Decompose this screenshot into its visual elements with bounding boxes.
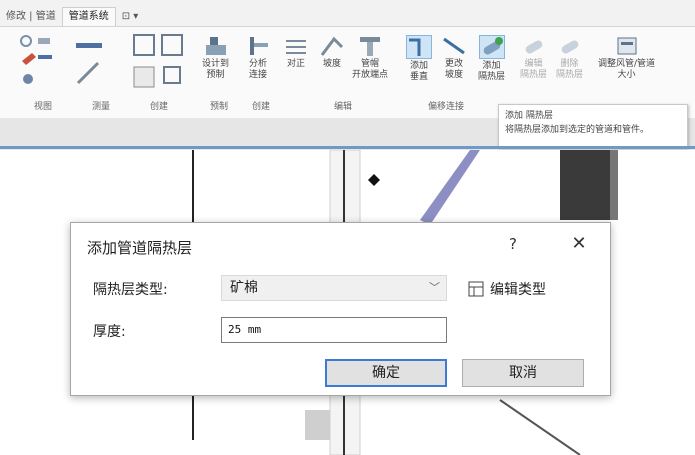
tool-label: 开放端点 xyxy=(352,70,389,80)
remove-insulation-tool[interactable]: 删除 隔热层 xyxy=(556,35,583,81)
tool-label: 预制 xyxy=(206,70,225,80)
tab-extra[interactable]: ⊡ ▾ xyxy=(116,8,145,26)
edit-type-icon xyxy=(468,281,484,297)
tool-label: 添加 xyxy=(482,61,501,71)
edit-type-label: 编辑类型 xyxy=(490,282,546,298)
measure-tools-icon[interactable] xyxy=(74,35,124,95)
tool-label: 设计到 xyxy=(202,59,230,69)
ok-button[interactable]: 确定 xyxy=(325,359,447,387)
tool-label: 对正 xyxy=(286,59,305,69)
slope-icon xyxy=(320,36,344,56)
group-label: 偏移连接 xyxy=(428,102,465,112)
group-label: 创建 xyxy=(150,102,169,112)
vertical-pipe-icon xyxy=(406,35,432,59)
analyze-connections-tool[interactable]: 分析 连接 xyxy=(246,35,270,81)
group-label: 创建 xyxy=(252,102,271,112)
insulation-type-select[interactable]: 矿棉 ﹀ xyxy=(221,275,447,301)
add-insulation-tool[interactable]: 添加 隔热层 xyxy=(478,35,505,83)
edit-type-button[interactable]: 编辑类型 xyxy=(468,279,546,299)
add-pipe-insulation-dialog: 添加管道隔热层 ? ✕ 隔热层类型: 矿棉 ﹀ 编辑类型 厚度: 25 mm 确… xyxy=(70,222,611,396)
tool-label: 更改 xyxy=(444,59,463,69)
close-button[interactable]: ✕ xyxy=(565,231,593,257)
help-button[interactable]: ? xyxy=(509,235,517,253)
cap-icon xyxy=(360,37,380,56)
resize-duct-tool[interactable]: 调整风管/管道 大小 xyxy=(598,35,655,81)
tool-label: 删除 xyxy=(560,59,579,69)
resize-duct-icon xyxy=(617,37,637,55)
align-tool[interactable]: 对正 xyxy=(284,35,308,70)
tool-label: 坡度 xyxy=(322,59,341,69)
change-slope-icon xyxy=(443,37,465,55)
remove-insulation-icon xyxy=(561,40,578,54)
tooltip: 添加 隔热层 将隔热层添加到选定的管道和管件。 xyxy=(498,104,688,148)
divider xyxy=(0,146,695,149)
insulation-type-label: 隔热层类型: xyxy=(93,282,168,298)
edit-insulation-tool[interactable]: 编辑 隔热层 xyxy=(520,35,547,81)
tool-label: 大小 xyxy=(617,70,636,80)
tool-label: 管帽 xyxy=(361,59,380,69)
cap-open-ends-tool[interactable]: 管帽 开放端点 xyxy=(352,35,388,81)
chevron-down-icon: ﹀ xyxy=(429,281,440,294)
tool-label: 隔热层 xyxy=(478,72,506,82)
tool-label: 编辑 xyxy=(524,59,543,69)
create-tools-icon[interactable] xyxy=(130,31,190,95)
group-label: 测量 xyxy=(92,102,111,112)
insulation-type-value: 矿棉 xyxy=(230,280,258,296)
tool-label: 坡度 xyxy=(444,70,463,80)
group-label: 编辑 xyxy=(334,102,353,112)
tool-label: 隔热层 xyxy=(520,70,548,80)
tab-modify-pipe[interactable]: 修改 | 管道 xyxy=(0,8,62,26)
align-icon xyxy=(286,40,306,54)
group-label: 视图 xyxy=(34,102,53,112)
tooltip-title: 添加 隔热层 xyxy=(505,111,553,121)
cancel-button[interactable]: 取消 xyxy=(462,359,584,387)
ribbon: 修改 | 管道 管道系统 ⊡ ▾ 设计到 预制 分析 连接 对正 坡度 管帽 开… xyxy=(0,0,695,150)
thickness-input[interactable]: 25 mm xyxy=(221,317,447,343)
add-vertical-tool[interactable]: 添加 垂直 xyxy=(406,35,432,83)
tool-label: 添加 xyxy=(409,61,428,71)
tool-label: 调整风管/管道 xyxy=(598,59,656,69)
ribbon-tabs: 修改 | 管道 管道系统 ⊡ ▾ xyxy=(0,6,144,26)
fabrication-icon xyxy=(205,37,226,55)
tab-piping-system[interactable]: 管道系统 xyxy=(61,7,116,26)
connection-icon xyxy=(250,37,268,55)
edit-insulation-icon xyxy=(525,40,542,54)
dialog-title: 添加管道隔热层 xyxy=(87,239,193,257)
tool-label: 分析 xyxy=(248,59,267,69)
tooltip-description: 将隔热层添加到选定的管道和管件。 xyxy=(505,125,650,135)
tool-label: 隔热层 xyxy=(556,70,584,80)
add-insulation-icon xyxy=(478,35,505,59)
design-to-fabrication-tool[interactable]: 设计到 预制 xyxy=(202,35,229,81)
thickness-label: 厚度: xyxy=(93,324,126,340)
slope-tool[interactable]: 坡度 xyxy=(320,35,344,70)
tool-label: 垂直 xyxy=(409,72,428,82)
tool-label: 连接 xyxy=(248,70,267,80)
group-label: 预制 xyxy=(210,102,229,112)
view-tools-icon[interactable] xyxy=(18,33,58,93)
change-slope-tool[interactable]: 更改 坡度 xyxy=(442,35,466,81)
